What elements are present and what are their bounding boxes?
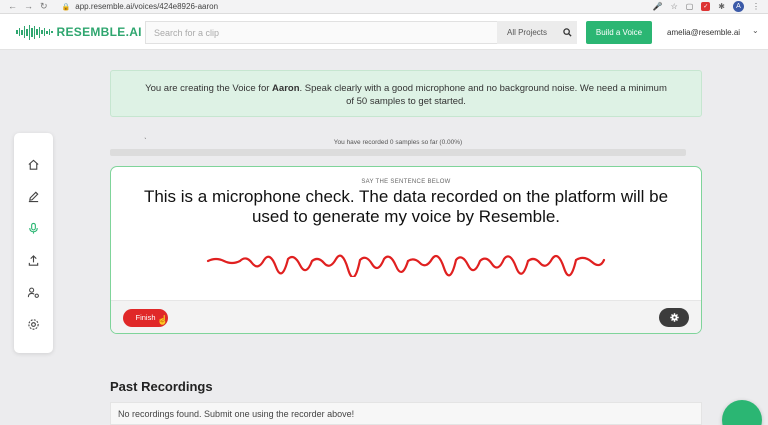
- notice-prefix: You are creating the Voice for: [145, 83, 273, 94]
- recording-sentence: This is a microphone check. The data rec…: [143, 187, 669, 226]
- logo-wave-icon: [16, 24, 53, 40]
- back-icon[interactable]: ←: [8, 1, 17, 12]
- logo[interactable]: RESEMBLE.AI: [16, 24, 142, 40]
- build-voice-button[interactable]: Build a Voice: [586, 21, 652, 44]
- chat-bubble-icon[interactable]: [722, 400, 762, 425]
- browser-nav: ← → ↻: [8, 1, 48, 12]
- sidebar: [14, 133, 53, 353]
- past-recordings-empty: No recordings found. Submit one using th…: [110, 402, 702, 425]
- lock-icon: 🔒: [61, 3, 71, 11]
- menu-icon[interactable]: ⋮: [752, 2, 760, 11]
- settings-gear-icon: [669, 313, 679, 322]
- search-input[interactable]: Search for a clip: [145, 21, 497, 44]
- puzzle-icon[interactable]: ✱: [718, 2, 725, 11]
- user-menu-caret-icon[interactable]: ⌄: [752, 26, 759, 35]
- profile-avatar[interactable]: A: [733, 1, 744, 12]
- recorder-card: SAY THE SENTENCE BELOW This is a microph…: [110, 166, 702, 334]
- reload-icon[interactable]: ↻: [40, 1, 48, 12]
- user-settings-icon[interactable]: [26, 285, 40, 299]
- extension-red-icon[interactable]: ✓: [701, 2, 711, 11]
- pointer-cursor-icon: ☝: [157, 315, 169, 325]
- app-header: RESEMBLE.AI Search for a clip All Projec…: [0, 14, 768, 50]
- browser-extensions: 🎤 ☆ ▢ ✓ ✱ A ⋮: [653, 1, 760, 12]
- mic-icon[interactable]: 🎤: [653, 2, 663, 11]
- microphone-icon[interactable]: [26, 221, 40, 235]
- address-bar[interactable]: app.resemble.ai/voices/424e8926-aaron: [75, 2, 218, 11]
- progress-bar: [110, 149, 686, 156]
- forward-icon[interactable]: →: [24, 1, 33, 12]
- user-email[interactable]: amelia@resemble.ai: [667, 28, 740, 37]
- upload-icon[interactable]: [26, 253, 40, 267]
- past-recordings-title: Past Recordings: [110, 379, 213, 394]
- gear-icon[interactable]: [26, 317, 40, 331]
- notice-suffix: . Speak clearly with a good microphone a…: [299, 83, 667, 107]
- home-icon[interactable]: [26, 157, 40, 171]
- brand-name: RESEMBLE.AI: [56, 25, 142, 39]
- info-notice: You are creating the Voice for Aaron. Sp…: [110, 70, 702, 117]
- progress-label: You have recorded 0 samples so far (0.00…: [333, 139, 463, 146]
- recorder-settings-button[interactable]: [659, 308, 689, 327]
- voice-name: Aaron: [272, 83, 300, 94]
- search-icon: [562, 28, 572, 37]
- recorder-footer: Finish ☝: [111, 300, 701, 333]
- pencil-icon[interactable]: [26, 189, 40, 203]
- live-waveform: [206, 254, 606, 277]
- star-icon[interactable]: ☆: [671, 2, 678, 11]
- projects-filter[interactable]: All Projects: [497, 21, 557, 44]
- browser-bar: ← → ↻ 🔒 app.resemble.ai/voices/424e8926-…: [0, 0, 768, 14]
- search-button[interactable]: [557, 21, 577, 44]
- recorder-instruction: SAY THE SENTENCE BELOW: [361, 179, 451, 185]
- extension-icon[interactable]: ▢: [686, 2, 694, 11]
